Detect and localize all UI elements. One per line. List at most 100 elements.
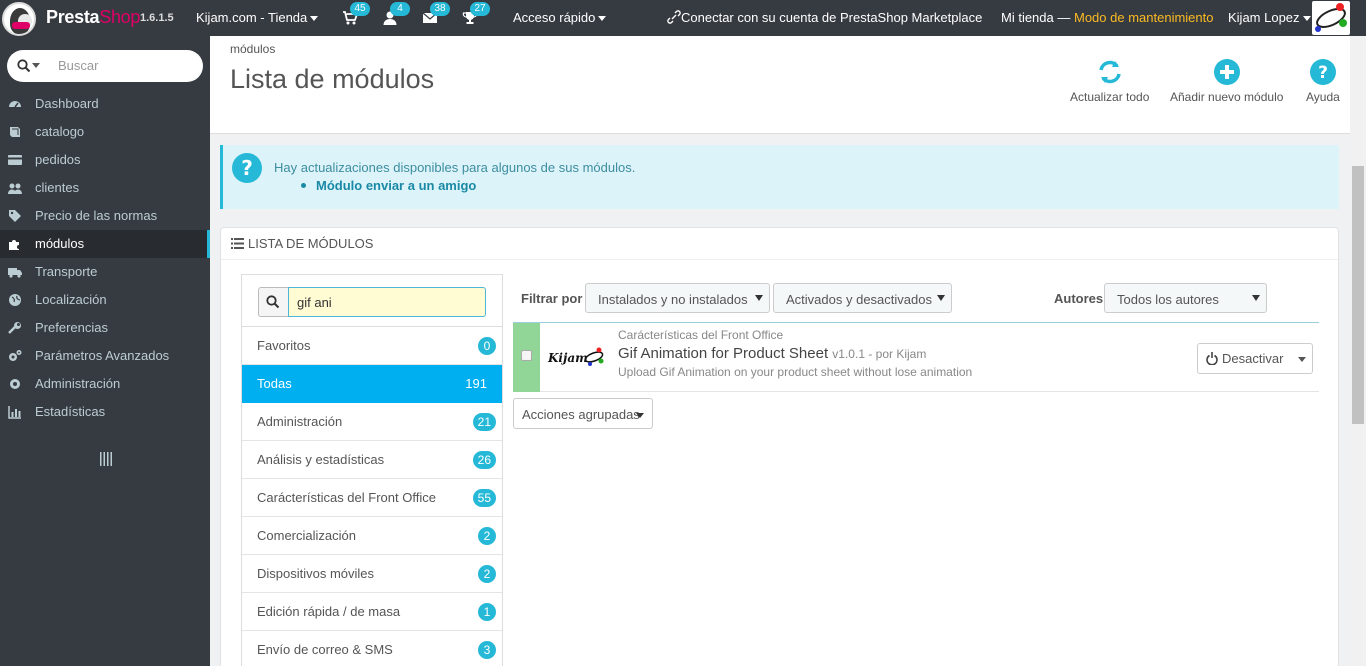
install-status-select[interactable]: Instalados y no instalados [585, 283, 770, 313]
scrollbar-thumb[interactable] [1352, 166, 1364, 424]
category-label: Todas [257, 376, 292, 391]
module-version: v1.0.1 - por Kijam [832, 347, 927, 361]
kijam-avatar-icon [1315, 3, 1347, 32]
module-category: Carácterísticas del Front Office [618, 328, 784, 342]
credit-card-icon [8, 155, 22, 165]
collapse-sidebar-icon[interactable] [100, 452, 112, 466]
search-icon [266, 295, 280, 309]
svg-text:?: ? [1318, 63, 1328, 83]
avatar[interactable] [1312, 1, 1350, 35]
messages-notification[interactable]: 38 [422, 2, 450, 26]
select-value: Activados y desactivados [786, 292, 932, 307]
panel-title: LISTA DE MÓDULOS [248, 236, 374, 251]
category-item-favoritos[interactable]: Favoritos 0 [242, 327, 502, 365]
store-selector[interactable]: Kijam.com - Tienda [196, 10, 319, 25]
sidebar-item-catalogo[interactable]: catalogo [0, 118, 210, 146]
category-item-dispositivos[interactable]: Dispositivos móviles 2 [242, 555, 502, 593]
module-search-input[interactable] [288, 287, 486, 317]
customers-notification[interactable]: 4 [382, 2, 410, 26]
category-item-comercializacion[interactable]: Comercialización 2 [242, 517, 502, 555]
user-name: Kijam Lopez [1228, 10, 1300, 25]
cogs-icon [9, 350, 22, 361]
sidebar-item-administracion[interactable]: Administración [0, 370, 210, 398]
page-scrollbar[interactable] [1350, 36, 1366, 666]
installed-marker [513, 323, 540, 392]
category-item-analisis[interactable]: Análisis y estadísticas 26 [242, 441, 502, 479]
chevron-down-icon [310, 16, 319, 22]
authors-select[interactable]: Todos los autores [1104, 283, 1267, 313]
orders-notification[interactable]: 45 [342, 2, 370, 26]
truck-icon [8, 268, 22, 278]
search-icon [17, 59, 31, 73]
category-label: Favoritos [257, 338, 311, 353]
sidebar-search-input[interactable]: Buscar [7, 50, 203, 82]
update-all-button[interactable]: Actualizar todo [1070, 58, 1149, 104]
list-icon [231, 238, 244, 249]
category-label: Administración [257, 414, 343, 429]
category-item-front-office[interactable]: Carácterísticas del Front Office 55 [242, 479, 502, 517]
kijam-logo-icon: Kijam [547, 347, 604, 366]
help-button[interactable]: ? Ayuda [1306, 58, 1340, 104]
svg-text:?: ? [241, 156, 253, 180]
trophy-notification[interactable]: 27 [462, 2, 490, 26]
sidebar-item-label: Administración [35, 376, 121, 391]
my-store-link[interactable]: Mi tienda — Modo de mantenimiento [1001, 10, 1213, 25]
bulk-actions-button[interactable]: Acciones agrupadas [513, 398, 653, 429]
caret-down-icon[interactable] [1298, 357, 1306, 362]
chevron-down-icon [598, 16, 607, 22]
sidebar-item-estadisticas[interactable]: Estadísticas [0, 398, 210, 426]
user-menu[interactable]: Kijam Lopez [1228, 10, 1311, 25]
sidebar-item-modulos[interactable]: módulos [0, 230, 210, 258]
active-status-select[interactable]: Activados y desactivados [773, 283, 952, 313]
puzzle-icon [9, 240, 19, 250]
filter-by-label: Filtrar por [521, 291, 583, 306]
disable-module-button[interactable]: Desactivar [1197, 343, 1313, 374]
sidebar-item-localizacion[interactable]: Localización [0, 286, 210, 314]
category-count-badge: 55 [472, 489, 496, 507]
wrench-icon [8, 322, 21, 334]
add-module-button[interactable]: Añadir nuevo módulo [1170, 58, 1283, 104]
quick-access-menu[interactable]: Acceso rápido [513, 10, 607, 25]
module-search [242, 275, 502, 327]
sidebar-item-preferencias[interactable]: Preferencias [0, 314, 210, 342]
bulk-actions-label: Acciones agrupadas [522, 407, 640, 422]
sidebar-item-clientes[interactable]: clientes [0, 174, 210, 202]
breadcrumb[interactable]: módulos [230, 42, 275, 56]
svg-text:Kijam: Kijam [547, 351, 588, 365]
module-logo: Kijam [546, 345, 606, 369]
list-bullet [301, 183, 306, 188]
brand-name: PrestaShop [46, 7, 141, 27]
category-item-todas[interactable]: Todas 191 [242, 365, 502, 403]
disable-label: Desactivar [1222, 351, 1284, 366]
category-count-badge: 3 [478, 641, 496, 659]
page-header: módulos Lista de módulos Actualizar todo… [210, 36, 1350, 134]
category-item-administracion[interactable]: Administración 21 [242, 403, 502, 441]
trophy-badge: 27 [470, 2, 490, 16]
sidebar-item-label: módulos [35, 236, 85, 251]
puffin-logo-icon [2, 2, 36, 36]
dashboard-icon [9, 101, 21, 108]
sidebar-item-dashboard[interactable]: Dashboard [0, 90, 210, 118]
sidebar-item-precio-normas[interactable]: Precio de las normas [0, 202, 210, 230]
alert-message: Hay actualizaciones disponibles para alg… [274, 160, 636, 175]
sidebar-item-label: Estadísticas [35, 404, 106, 419]
globe-icon [9, 294, 21, 306]
module-search-button[interactable] [258, 287, 288, 317]
module-checkbox[interactable] [521, 350, 532, 361]
sidebar-item-label: Precio de las normas [35, 208, 158, 223]
category-label: Envío de correo & SMS [257, 642, 393, 657]
caret-down-icon [755, 295, 763, 301]
search-placeholder: Buscar [58, 58, 99, 73]
category-count-badge: 191 [465, 376, 487, 391]
modules-panel: LISTA DE MÓDULOS Favoritos 0 Todas 191 Adm… [220, 227, 1339, 666]
category-count-badge: 1 [478, 603, 496, 621]
marketplace-link[interactable]: Conectar con su cuenta de PrestaShop Mar… [667, 10, 982, 25]
module-name: Gif Animation for Product Sheet v1.0.1 -… [618, 345, 926, 362]
module-update-link[interactable]: Módulo enviar a un amigo [316, 178, 476, 193]
sidebar-item-parametros-avanzados[interactable]: Parámetros Avanzados [0, 342, 210, 370]
category-item-edicion-rapida[interactable]: Edición rápida / de masa 1 [242, 593, 502, 631]
select-value: Instalados y no instalados [598, 292, 748, 307]
category-item-envio-correo[interactable]: Envío de correo & SMS 3 [242, 631, 502, 666]
sidebar-item-transporte[interactable]: Transporte [0, 258, 210, 286]
sidebar-item-pedidos[interactable]: pedidos [0, 146, 210, 174]
